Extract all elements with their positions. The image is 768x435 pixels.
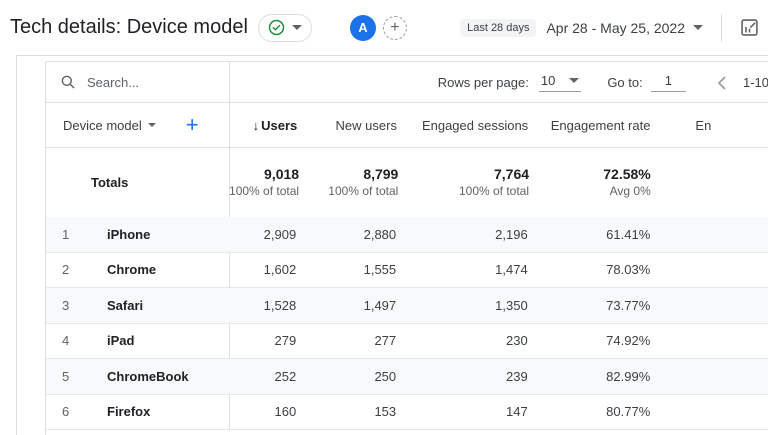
row-index: 1 xyxy=(62,227,90,242)
row-index: 4 xyxy=(62,333,90,348)
cell-engaged-sessions: 1,350 xyxy=(402,298,534,313)
comparison-avatar[interactable]: A xyxy=(350,15,376,41)
cell-users: 2,909 xyxy=(211,227,302,242)
ga4-report-page: Tech details: Device model A + Last 28 d… xyxy=(0,0,768,435)
table-toolbar: Search... Rows per page: 10 Go to: 1 1-1… xyxy=(46,62,768,103)
plus-icon: + xyxy=(390,20,399,36)
cell-engagement-rate: 80.77% xyxy=(534,404,657,419)
cell-engagement-rate: 82.99% xyxy=(534,369,657,384)
row-index: 6 xyxy=(62,404,90,419)
chevron-down-icon[interactable] xyxy=(693,25,703,30)
search-icon xyxy=(60,74,76,90)
go-to-page-input[interactable]: 1 xyxy=(651,73,686,92)
column-header-clipped[interactable]: En xyxy=(656,118,768,133)
column-header-engagement-rate[interactable]: Engagement rate xyxy=(534,118,656,133)
table-row[interactable]: 1 iPhone 2,909 2,880 2,196 61.41% xyxy=(46,217,768,253)
cell-new-users: 2,880 xyxy=(302,227,402,242)
dimension-header-cell: Device model + xyxy=(46,114,213,136)
rows-per-page-select[interactable]: 10 xyxy=(539,73,581,92)
totals-label: Totals xyxy=(46,175,215,190)
cell-new-users: 1,497 xyxy=(302,298,402,313)
row-index: 2 xyxy=(62,262,90,277)
table-row[interactable]: 2 Chrome 1,602 1,555 1,474 78.03% xyxy=(46,253,768,289)
dimension-selector[interactable]: Device model xyxy=(63,118,156,133)
pagination-controls: Rows per page: 10 Go to: 1 1-10 xyxy=(438,62,768,103)
search-input[interactable]: Search... xyxy=(46,74,229,90)
cell-users: 252 xyxy=(211,369,302,384)
sort-descending-icon: ↓ xyxy=(253,118,260,133)
search-placeholder: Search... xyxy=(87,75,139,90)
chevron-down-icon xyxy=(292,25,302,30)
table-body: 1 iPhone 2,909 2,880 2,196 61.41% 2 Chro… xyxy=(46,217,768,430)
cell-users: 1,528 xyxy=(211,298,302,313)
table-row[interactable]: 4 iPad 279 277 230 74.92% xyxy=(46,324,768,360)
totals-new-users: 8,799 100% of total xyxy=(305,165,404,200)
page-range-indicator: 1-10 xyxy=(743,75,768,90)
customize-report-button[interactable] xyxy=(736,15,762,41)
sidenav-rule xyxy=(16,55,17,435)
table-row[interactable]: 3 Safari 1,528 1,497 1,350 73.77% xyxy=(46,288,768,324)
column-header-users[interactable]: ↓Users xyxy=(213,118,304,133)
add-dimension-button[interactable]: + xyxy=(186,114,199,136)
cell-users: 160 xyxy=(211,404,302,419)
page-title: Tech details: Device model xyxy=(10,16,248,39)
rows-per-page-value: 10 xyxy=(541,73,555,88)
rows-per-page-label: Rows per page: xyxy=(438,75,529,90)
header-rule xyxy=(16,55,768,56)
cell-new-users: 277 xyxy=(302,333,402,348)
date-range-value[interactable]: Apr 28 - May 25, 2022 xyxy=(546,20,685,36)
go-to-label: Go to: xyxy=(607,75,642,90)
device-model-name: ChromeBook xyxy=(107,369,189,384)
column-header-new-users[interactable]: New users xyxy=(303,118,403,133)
report-status-dropdown[interactable] xyxy=(258,14,312,42)
cell-engagement-rate: 73.77% xyxy=(534,298,657,313)
cell-engagement-rate: 61.41% xyxy=(534,227,657,242)
date-range-area: Last 28 days Apr 28 - May 25, 2022 xyxy=(460,0,762,55)
table-row[interactable]: 5 ChromeBook 252 250 239 82.99% xyxy=(46,359,768,395)
device-model-name: Chrome xyxy=(107,262,156,277)
row-index: 3 xyxy=(62,298,90,313)
table-row[interactable]: 6 Firefox 160 153 147 80.77% xyxy=(46,395,768,431)
column-header-engaged-sessions[interactable]: Engaged sessions xyxy=(403,118,534,133)
report-table-card: Search... Rows per page: 10 Go to: 1 1-1… xyxy=(45,61,768,435)
cell-engagement-rate: 78.03% xyxy=(534,262,657,277)
cell-new-users: 250 xyxy=(302,369,402,384)
totals-engagement-rate: 72.58% Avg 0% xyxy=(535,165,657,200)
cell-engagement-rate: 74.92% xyxy=(534,333,657,348)
totals-users: 9,018 100% of total xyxy=(215,165,305,200)
row-index: 5 xyxy=(62,369,90,384)
chevron-down-icon xyxy=(148,123,156,127)
date-range-chip: Last 28 days xyxy=(460,19,536,37)
cell-engaged-sessions: 2,196 xyxy=(402,227,534,242)
cell-engaged-sessions: 1,474 xyxy=(402,262,534,277)
device-model-name: Safari xyxy=(107,298,143,313)
device-model-name: iPad xyxy=(107,333,134,348)
dimension-label: Device model xyxy=(63,118,142,133)
cell-new-users: 1,555 xyxy=(302,262,402,277)
cell-users: 1,602 xyxy=(211,262,302,277)
check-circle-icon xyxy=(268,19,285,36)
cell-engaged-sessions: 239 xyxy=(402,369,534,384)
chevron-left-icon[interactable] xyxy=(716,76,727,90)
device-model-name: iPhone xyxy=(107,227,150,242)
report-header: Tech details: Device model A + Last 28 d… xyxy=(0,0,768,55)
totals-row: Totals 9,018 100% of total 8,799 100% of… xyxy=(46,148,768,217)
cell-users: 279 xyxy=(211,333,302,348)
cell-engaged-sessions: 230 xyxy=(402,333,534,348)
cell-new-users: 153 xyxy=(302,404,402,419)
table-column-headers: Device model + ↓Users New users Engaged … xyxy=(46,103,768,148)
customize-report-icon xyxy=(739,17,760,38)
totals-engaged-sessions: 7,764 100% of total xyxy=(404,165,535,200)
chevron-down-icon xyxy=(569,78,579,83)
cell-engaged-sessions: 147 xyxy=(402,404,534,419)
header-divider xyxy=(721,14,722,42)
add-comparison-button[interactable]: + xyxy=(383,16,407,40)
device-model-name: Firefox xyxy=(107,404,150,419)
